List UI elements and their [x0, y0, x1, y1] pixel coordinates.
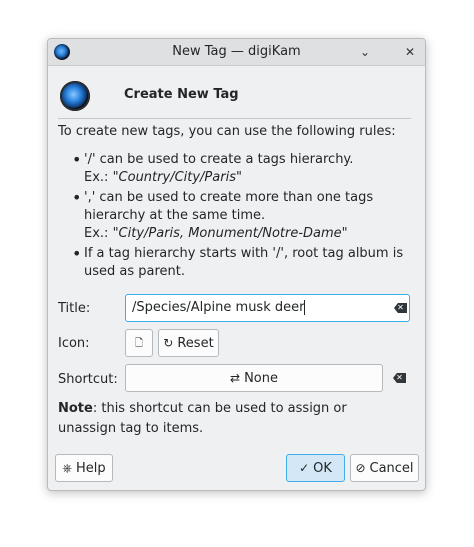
chevron-down-icon[interactable]: ⌄: [357, 44, 373, 60]
rule-text: If a tag hierarchy starts with '/', root…: [84, 246, 404, 279]
rule-text: '/' can be used to create a tags hierarc…: [84, 152, 354, 167]
digikam-logo-icon: [60, 81, 90, 111]
ok-label: OK: [313, 461, 332, 476]
example-value: "Country/City/Paris": [112, 170, 242, 185]
checkmark-icon: ✓: [299, 461, 310, 475]
rule-example: Ex.: "City/Paris, Monument/Notre-Dame": [84, 225, 417, 243]
shortcut-label: Shortcut:: [58, 372, 118, 387]
rules-intro: To create new tags, you can use the foll…: [58, 124, 396, 139]
reset-icon-button[interactable]: ↻ Reset: [158, 329, 219, 357]
title-input-value: /Species/Alpine musk deer: [132, 300, 305, 315]
icon-label: Icon:: [58, 336, 90, 351]
rule-text: ',' can be used to create more than one …: [84, 190, 374, 223]
shortcut-icon: ⇄: [230, 371, 241, 385]
rules-list: '/' can be used to create a tags hierarc…: [72, 151, 417, 283]
help-label: Help: [75, 461, 106, 476]
refresh-icon: ↻: [163, 336, 174, 350]
title-input[interactable]: /Species/Alpine musk deer: [125, 294, 410, 322]
rule-item: '/' can be used to create a tags hierarc…: [72, 151, 417, 187]
rule-example: Ex.: "Country/City/Paris": [84, 169, 417, 187]
help-button[interactable]: ⎈ Help: [55, 454, 113, 482]
close-icon[interactable]: ✕: [402, 44, 418, 60]
clear-shortcut-icon[interactable]: ✕: [393, 373, 406, 383]
cancel-label: Cancel: [369, 461, 414, 476]
header-separator: [58, 118, 411, 119]
help-icon: ⎈: [62, 461, 72, 475]
icon-picker-button[interactable]: 🗋: [125, 329, 153, 357]
note-text: : this shortcut can be used to assign or…: [58, 401, 347, 436]
title-bar: New Tag — digiKam ⌄ ✕: [48, 39, 425, 66]
reset-label: Reset: [177, 336, 214, 351]
title-label: Title:: [58, 301, 91, 316]
example-label: Ex.:: [84, 170, 113, 185]
dialog-heading: Create New Tag: [124, 87, 239, 102]
ok-button[interactable]: ✓ OK: [286, 454, 345, 482]
rule-item: If a tag hierarchy starts with '/', root…: [72, 245, 417, 281]
shortcut-value: None: [244, 371, 278, 386]
example-label: Ex.:: [84, 226, 113, 241]
shortcut-button[interactable]: ⇄ None: [125, 364, 383, 392]
document-icon: 🗋: [134, 338, 144, 349]
shortcut-note: Note: this shortcut can be used to assig…: [58, 399, 408, 439]
cancel-button[interactable]: ⊘ Cancel: [350, 454, 419, 482]
note-bold: Note: [58, 401, 93, 416]
new-tag-dialog: New Tag — digiKam ⌄ ✕ Create New Tag To …: [47, 38, 426, 491]
cancel-icon: ⊘: [355, 461, 366, 475]
rule-item: ',' can be used to create more than one …: [72, 189, 417, 243]
text-cursor: [304, 300, 306, 315]
example-value: "City/Paris, Monument/Notre-Dame": [112, 226, 348, 241]
